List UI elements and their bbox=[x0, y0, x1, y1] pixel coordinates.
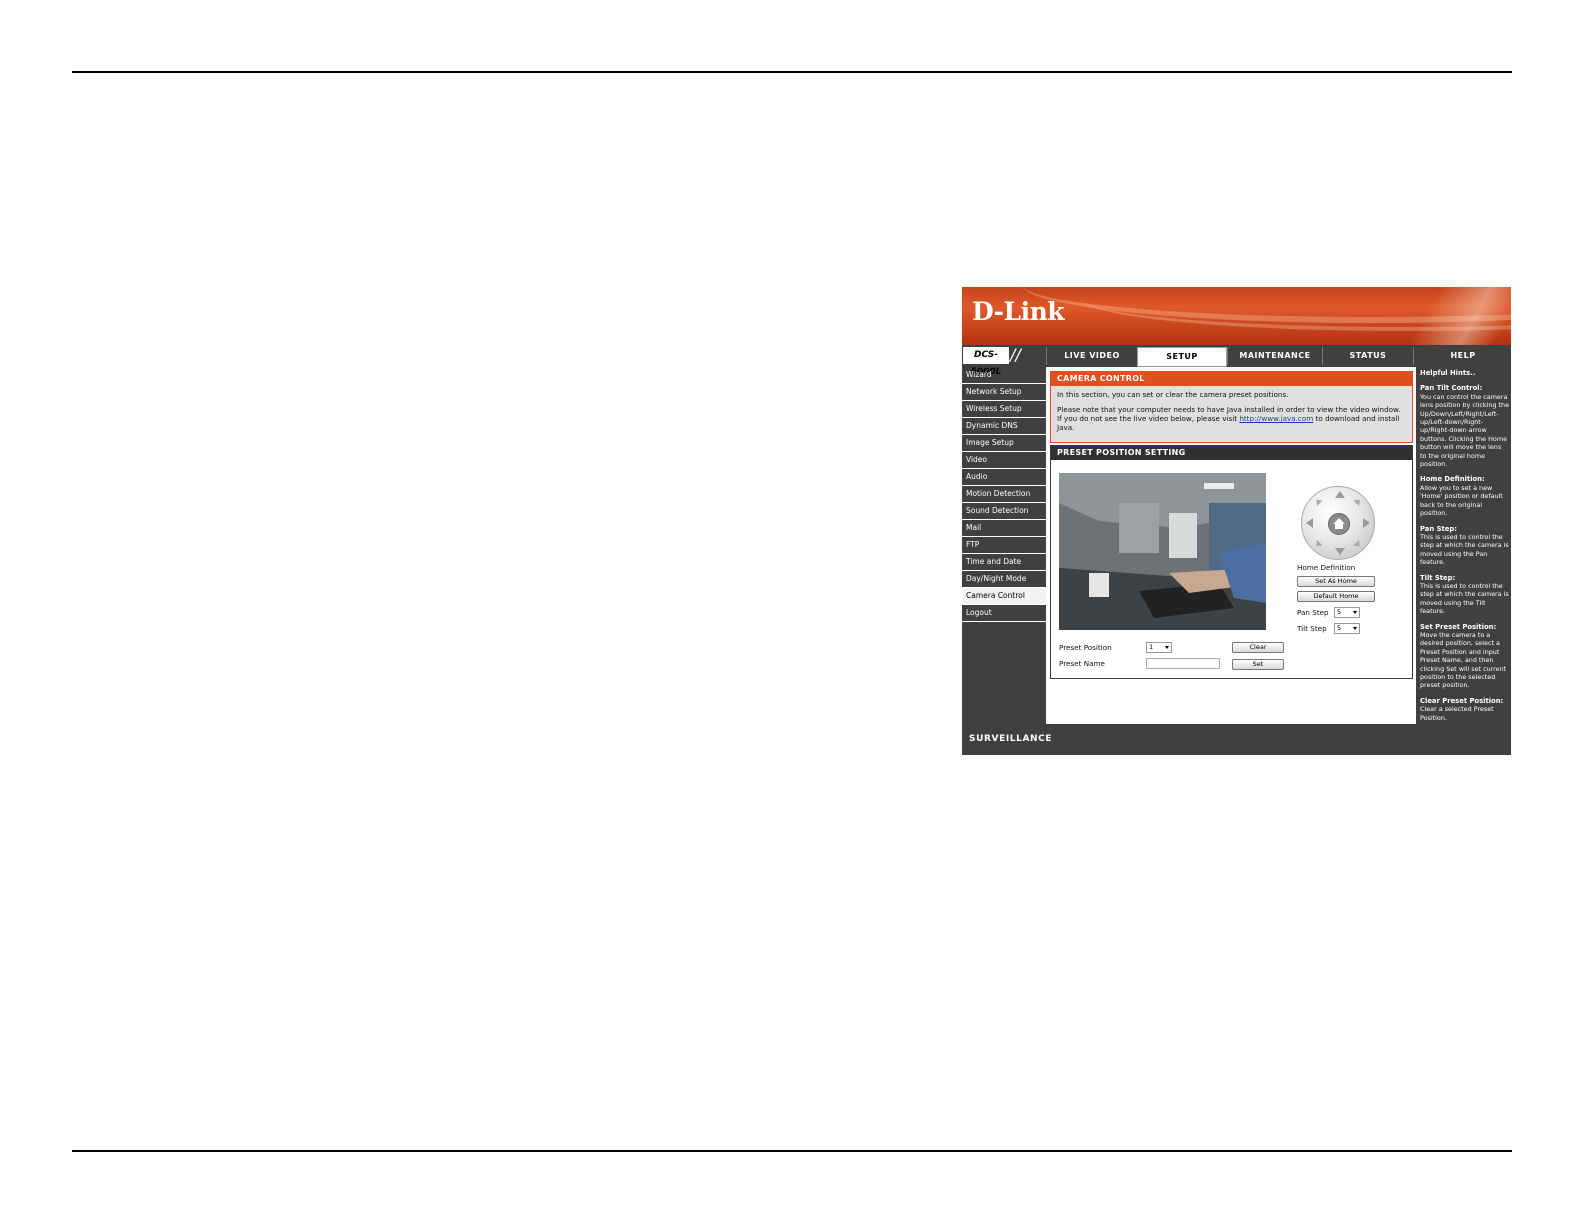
set-as-home-button[interactable]: Set As Home bbox=[1297, 576, 1375, 587]
sidebar-item-time-and-date[interactable]: Time and Date bbox=[962, 554, 1046, 571]
help-text: Allow you to set a new 'Home' position o… bbox=[1420, 483, 1503, 518]
sidebar-item-logout[interactable]: Logout bbox=[962, 605, 1046, 622]
helpful-hints-panel: Helpful Hints.. Pan Tilt Control: You ca… bbox=[1417, 367, 1511, 724]
help-heading: Clear Preset Position: bbox=[1420, 696, 1504, 705]
set-button[interactable]: Set bbox=[1232, 659, 1284, 670]
default-home-button[interactable]: Default Home bbox=[1297, 591, 1375, 602]
sidebar-item-mail[interactable]: Mail bbox=[962, 520, 1046, 537]
footer-bar: SURVEILLANCE bbox=[962, 724, 1511, 755]
sidebar-item-audio[interactable]: Audio bbox=[962, 469, 1046, 486]
help-text: You can control the camera lens position… bbox=[1420, 392, 1510, 469]
help-heading: Pan Step: bbox=[1420, 524, 1457, 533]
help-heading: Home Definition: bbox=[1420, 475, 1485, 484]
arrow-down-right-icon[interactable] bbox=[1353, 539, 1363, 550]
arrow-left-icon[interactable] bbox=[1306, 518, 1313, 528]
sidebar-item-video[interactable]: Video bbox=[962, 452, 1046, 469]
sidebar-item-wireless-setup[interactable]: Wireless Setup bbox=[962, 401, 1046, 418]
preset-position-value: 1 bbox=[1149, 643, 1154, 651]
tilt-step-value: 5 bbox=[1337, 624, 1342, 632]
chevron-down-icon bbox=[1353, 611, 1357, 614]
tilt-step-label: Tilt Step bbox=[1297, 624, 1327, 633]
sidebar-item-network-setup[interactable]: Network Setup bbox=[962, 384, 1046, 401]
arrow-up-left-icon[interactable] bbox=[1313, 496, 1323, 507]
tilt-step-select[interactable]: 5 bbox=[1334, 623, 1360, 634]
tab-setup[interactable]: SETUP bbox=[1137, 347, 1227, 367]
sidebar-item-wizard[interactable]: Wizard bbox=[962, 367, 1046, 384]
pan-tilt-control[interactable] bbox=[1301, 486, 1375, 560]
help-title: Helpful Hints.. bbox=[1420, 369, 1476, 377]
preset-position-section: PRESET POSITION SETTING Home Definition … bbox=[1050, 445, 1413, 679]
arrow-right-icon[interactable] bbox=[1363, 518, 1370, 528]
preset-position-select[interactable]: 1 bbox=[1146, 642, 1172, 653]
camera-control-section: CAMERA CONTROL In this section, you can … bbox=[1050, 371, 1413, 443]
section-title: PRESET POSITION SETTING bbox=[1051, 446, 1412, 460]
camera-web-ui: D-Link DCS-5000L // LIVE VIDEO SETUP MAI… bbox=[962, 287, 1511, 755]
preset-name-label: Preset Name bbox=[1059, 659, 1105, 668]
tab-live-video[interactable]: LIVE VIDEO bbox=[1046, 347, 1137, 365]
intro-text: In this section, you can set or clear th… bbox=[1057, 390, 1289, 399]
chevron-down-icon bbox=[1353, 627, 1357, 630]
sidebar-item-motion-detection[interactable]: Motion Detection bbox=[962, 486, 1046, 503]
preset-position-label: Preset Position bbox=[1059, 643, 1112, 652]
pan-step-select[interactable]: 5 bbox=[1334, 607, 1360, 618]
pan-step-value: 5 bbox=[1337, 608, 1342, 616]
divider-slashes: // bbox=[1010, 345, 1021, 364]
help-text: Clear a selected Preset Position. bbox=[1420, 705, 1494, 722]
section-title: CAMERA CONTROL bbox=[1051, 372, 1412, 386]
pan-step-label: Pan Step bbox=[1297, 608, 1329, 617]
page-top-rule bbox=[72, 71, 1512, 73]
model-label: DCS-5000L bbox=[963, 347, 1009, 377]
home-definition-label: Home Definition bbox=[1297, 563, 1356, 572]
surveillance-logo: SURVEILLANCE bbox=[969, 734, 1053, 744]
sidebar-item-dynamic-dns[interactable]: Dynamic DNS bbox=[962, 418, 1046, 435]
chevron-down-icon bbox=[1165, 646, 1169, 649]
sidebar-item-sound-detection[interactable]: Sound Detection bbox=[962, 503, 1046, 520]
sidebar-item-image-setup[interactable]: Image Setup bbox=[962, 435, 1046, 452]
tab-status[interactable]: STATUS bbox=[1322, 347, 1413, 365]
help-text: This is used to control the step at whic… bbox=[1420, 532, 1509, 567]
tab-maintenance[interactable]: MAINTENANCE bbox=[1227, 347, 1322, 365]
help-heading: Pan Tilt Control: bbox=[1420, 384, 1483, 393]
help-text: Move the camera to a desired position, s… bbox=[1420, 630, 1507, 690]
help-text: This is used to control the step at whic… bbox=[1420, 581, 1509, 616]
help-heading: Tilt Step: bbox=[1420, 573, 1456, 582]
sidebar-item-day-night-mode[interactable]: Day/Night Mode bbox=[962, 571, 1046, 588]
page-bottom-rule bbox=[72, 1150, 1512, 1152]
java-link[interactable]: http://www.java.com bbox=[1239, 414, 1313, 423]
preset-name-input[interactable] bbox=[1146, 658, 1220, 669]
sidebar-item-ftp[interactable]: FTP bbox=[962, 537, 1046, 554]
banner-sheen bbox=[1371, 287, 1511, 345]
dlink-banner: D-Link bbox=[962, 287, 1511, 345]
arrow-down-left-icon[interactable] bbox=[1313, 539, 1323, 550]
home-button[interactable] bbox=[1328, 513, 1350, 535]
tab-help[interactable]: HELP bbox=[1413, 347, 1512, 365]
live-video-window bbox=[1059, 473, 1266, 630]
java-note: Please note that your computer needs to … bbox=[1051, 399, 1412, 432]
setup-sidebar: Wizard Network Setup Wireless Setup Dyna… bbox=[962, 367, 1046, 622]
arrow-down-icon[interactable] bbox=[1335, 548, 1345, 555]
home-icon bbox=[1333, 518, 1345, 529]
video-frame bbox=[1059, 473, 1266, 630]
sidebar-item-camera-control[interactable]: Camera Control bbox=[962, 588, 1046, 605]
dlink-logo: D-Link bbox=[972, 297, 1065, 326]
arrow-up-icon[interactable] bbox=[1335, 491, 1345, 498]
main-content: CAMERA CONTROL In this section, you can … bbox=[1046, 367, 1416, 724]
arrow-up-right-icon[interactable] bbox=[1353, 496, 1363, 507]
help-heading: Set Preset Position: bbox=[1420, 622, 1497, 631]
clear-button[interactable]: Clear bbox=[1232, 642, 1284, 653]
